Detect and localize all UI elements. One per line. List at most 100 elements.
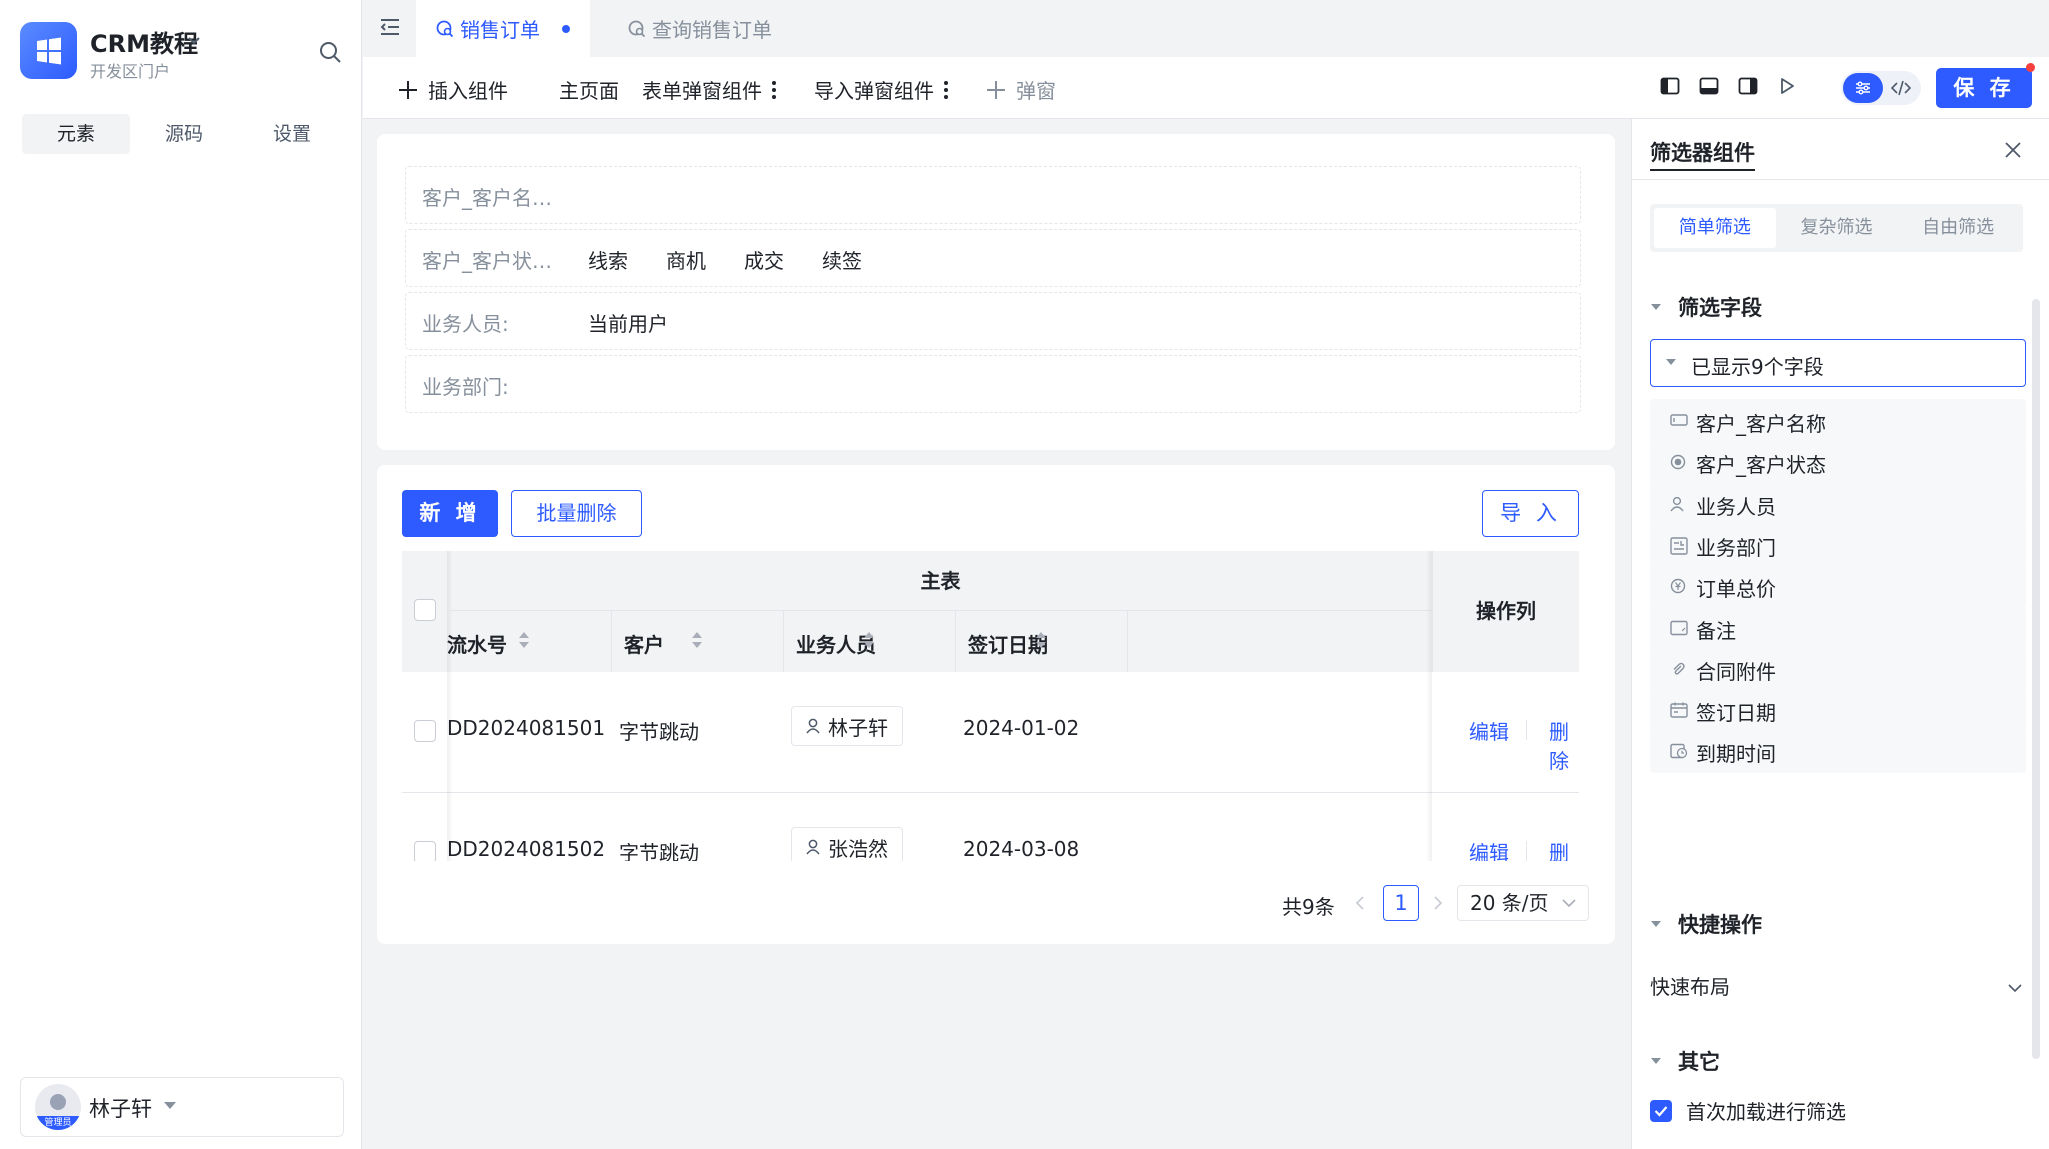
column-header-customer[interactable]: 客户 — [612, 611, 784, 672]
sort-icon[interactable] — [796, 631, 941, 649]
delete-link[interactable]: 删除 — [1549, 716, 1579, 774]
filter-field-item[interactable]: 客户_客户名称 — [1650, 399, 2026, 443]
tab-settings[interactable]: 设置 — [238, 114, 346, 154]
close-icon[interactable] — [2004, 141, 2022, 159]
tab-sales-order[interactable]: 销售订单 — [416, 0, 590, 57]
quick-layout-select[interactable]: 快速布局 — [1650, 971, 2026, 1007]
tree-item[interactable]: 我的合同 — [0, 726, 352, 770]
column-header-salesperson[interactable]: 业务人员 — [784, 611, 956, 672]
tree-item[interactable]: 我的客户 — [0, 630, 352, 674]
sort-icon[interactable] — [624, 631, 769, 649]
tree-item[interactable]: 销售订单 — [0, 918, 352, 962]
layout-right-panel-icon[interactable] — [1738, 76, 1758, 96]
section-other[interactable]: 其它 — [1650, 1046, 1720, 1076]
more-vertical-icon[interactable] — [944, 80, 948, 99]
filter-option[interactable]: 商机 — [666, 245, 706, 274]
filter-component[interactable]: 客户_客户名… 客户_客户状… 线索 商机 成交 续签 业务人员: 当前用户 业… — [377, 134, 1615, 450]
section-quick-actions[interactable]: 快捷操作 — [1650, 909, 1762, 939]
layout-left-panel-icon[interactable] — [1660, 76, 1680, 96]
page-button-current[interactable]: 1 — [1383, 885, 1419, 921]
batch-delete-button[interactable]: 批量删除 — [511, 490, 642, 537]
tree-item[interactable]: 客户管理 — [0, 246, 352, 290]
filter-field-item[interactable]: 订单总价 — [1650, 564, 2026, 609]
filter-field-item[interactable]: 到期时间 — [1650, 729, 2026, 774]
insert-component-button[interactable]: 插入组件 — [398, 75, 508, 104]
tab-elements[interactable]: 元素 — [22, 114, 130, 154]
tree-item[interactable]: 临近跟进的客户 — [0, 486, 352, 530]
tree-group[interactable]: 模型 — [0, 966, 352, 1010]
chevron-right-icon[interactable] — [28, 980, 38, 996]
tree-item[interactable]: 我的客户 — [0, 582, 352, 626]
tree-item[interactable]: 公海 — [0, 150, 352, 194]
import-button[interactable]: 导 入 — [1482, 490, 1579, 537]
code-view-icon[interactable] — [1891, 79, 1911, 97]
main-page-button[interactable]: 主页面 — [559, 75, 619, 104]
filter-field-item[interactable]: 业务人员 — [1650, 481, 2026, 526]
tree-item[interactable]: 临近跟进的客户 — [0, 534, 352, 578]
sort-icon[interactable] — [451, 631, 597, 649]
delete-link[interactable]: 删除 — [1549, 837, 1579, 861]
table-row[interactable]: DD2024081502 字节跳动 张浩然 2024-03-08 编辑 删除 — [402, 793, 1579, 861]
tree-item[interactable]: 销售订单-演示关联 — [0, 870, 352, 914]
table-component[interactable]: 新 增 批量删除 导 入 主表 流水号 客户 业务人员 签订日期 操作列 DD2… — [377, 465, 1615, 944]
chevron-right-icon[interactable] — [1433, 895, 1443, 911]
filter-option[interactable]: 续签 — [822, 245, 862, 274]
table-row[interactable]: DD2024081501 字节跳动 林子轩 2024-01-02 编辑 删除 — [402, 672, 1579, 793]
first-load-filter-option[interactable]: 首次加载进行筛选 — [1650, 1096, 1846, 1125]
add-button[interactable]: 新 增 — [402, 490, 498, 537]
tree-item[interactable]: 客户管理 — [0, 294, 352, 338]
filter-row-customer-status[interactable]: 客户_客户状… 线索 商机 成交 续签 — [405, 229, 1581, 287]
chevron-right-icon[interactable] — [28, 1028, 38, 1044]
chevron-left-icon[interactable] — [1355, 895, 1365, 911]
first-load-checkbox[interactable] — [1650, 1099, 1672, 1122]
row-checkbox[interactable] — [414, 720, 436, 742]
tab-complex-filter[interactable]: 复杂筛选 — [1776, 208, 1898, 248]
tree-item[interactable]: 客户跟进记录详情 — [0, 342, 352, 386]
tree-item[interactable]: 客户管理 — [0, 438, 352, 482]
tab-free-filter[interactable]: 自由筛选 — [1897, 208, 2019, 248]
more-vertical-icon[interactable] — [772, 80, 776, 99]
panel-scrollbar[interactable] — [2032, 299, 2040, 1059]
filter-row-customer-name[interactable]: 客户_客户名… — [405, 166, 1581, 224]
sort-icon[interactable] — [968, 631, 1113, 649]
filter-field-item[interactable]: 客户_客户状态 — [1650, 440, 2026, 485]
collapse-sidebar-icon[interactable] — [379, 16, 401, 38]
app-name[interactable]: CRM教程 — [90, 24, 198, 59]
row-checkbox[interactable] — [414, 841, 436, 861]
filter-option[interactable]: 当前用户 — [588, 308, 668, 337]
add-popup-button[interactable]: 弹窗 — [986, 75, 1056, 104]
tab-query-sales-order[interactable]: 查询销售订单 — [608, 0, 772, 57]
filter-field-item[interactable]: 签订日期 — [1650, 688, 2026, 733]
user-menu[interactable]: 管理员 林子轩 — [20, 1077, 344, 1137]
filter-option[interactable]: 线索 — [588, 245, 628, 274]
filter-field-item[interactable]: 业务部门 — [1650, 522, 2026, 567]
filter-row-department[interactable]: 业务部门: — [405, 355, 1581, 413]
form-popup-button[interactable]: 表单弹窗组件 — [642, 75, 776, 104]
field-visibility-select[interactable]: 已显示9个字段 — [1650, 339, 2026, 387]
tree-item[interactable]: 客户跟进记录详情 — [0, 390, 352, 434]
tab-source[interactable]: 源码 — [130, 114, 238, 154]
tree-item[interactable]: 销售订单 — [0, 822, 352, 866]
filter-row-salesperson[interactable]: 业务人员: 当前用户 — [405, 292, 1581, 350]
tree-group[interactable]: 服务 — [0, 1014, 352, 1058]
tab-simple-filter[interactable]: 简单筛选 — [1654, 208, 1776, 248]
edit-link[interactable]: 编辑 — [1469, 837, 1509, 861]
chevron-down-icon[interactable] — [186, 32, 202, 48]
preview-play-icon[interactable] — [1777, 76, 1797, 96]
tree-item[interactable]: 销售订单-演示关联 — [0, 774, 352, 818]
section-filter-fields[interactable]: 筛选字段 — [1650, 292, 1762, 322]
column-header-serial[interactable]: 流水号 — [439, 611, 612, 672]
layout-bottom-panel-icon[interactable] — [1699, 76, 1719, 96]
page-size-select[interactable]: 20 条/页 — [1457, 885, 1589, 921]
filter-field-item[interactable]: 备注 — [1650, 605, 2026, 650]
filter-option[interactable]: 成交 — [744, 245, 784, 274]
search-icon[interactable] — [318, 40, 342, 64]
tree-item[interactable]: 我的合同 — [0, 678, 352, 722]
tree-item[interactable]: 公海 — [0, 198, 352, 242]
column-header-sign-date[interactable]: 签订日期 — [956, 611, 1128, 672]
import-popup-button[interactable]: 导入弹窗组件 — [814, 75, 948, 104]
config-view-icon[interactable] — [1843, 73, 1883, 103]
save-button[interactable]: 保 存 — [1936, 68, 2032, 108]
select-all-checkbox[interactable] — [414, 599, 436, 621]
edit-link[interactable]: 编辑 — [1469, 716, 1509, 745]
